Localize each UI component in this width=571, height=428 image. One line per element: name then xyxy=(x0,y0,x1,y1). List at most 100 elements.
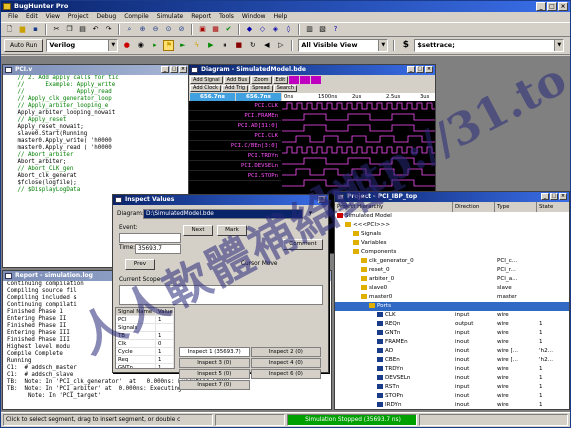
tree-row[interactable]: Simulated Model xyxy=(335,212,569,221)
menu-compile[interactable]: Compile xyxy=(120,12,153,22)
minimize-icon[interactable]: _ xyxy=(161,66,169,73)
tree-row[interactable]: Variables xyxy=(335,239,569,248)
zoom-fit-icon[interactable]: ⊙ xyxy=(163,24,174,35)
compile-all-icon[interactable]: ▦ xyxy=(210,24,221,35)
menu-debug[interactable]: Debug xyxy=(92,12,120,22)
copy-icon[interactable]: ❐ xyxy=(64,24,75,35)
edit-button[interactable]: Edit xyxy=(272,76,289,84)
tree-row[interactable]: CLK input wire xyxy=(335,311,569,320)
view-filter-select[interactable]: All Visible View ▼ xyxy=(298,39,389,52)
mark-button[interactable]: Mark xyxy=(217,225,247,236)
table-row[interactable]: Clk 0 xyxy=(116,340,174,348)
table-row[interactable]: Req 1 xyxy=(116,356,174,364)
inspect-tab[interactable]: Inspect 1 (35693.7) xyxy=(179,347,250,357)
compile-icon[interactable]: ▣ xyxy=(197,24,208,35)
comment-button[interactable]: Comment xyxy=(283,239,323,250)
prev-button[interactable]: Prev xyxy=(125,259,155,270)
col-hierarchy[interactable]: Project Hierarchy xyxy=(335,202,453,212)
restart-icon[interactable]: ↻ xyxy=(247,40,258,51)
minimize-icon[interactable]: _ xyxy=(407,66,415,73)
menu-view[interactable]: View xyxy=(42,12,64,22)
inspect-tab[interactable]: Inspect 6 (0) xyxy=(250,369,322,379)
menu-report[interactable]: Report xyxy=(187,12,215,22)
event-field[interactable] xyxy=(119,233,181,243)
lightning-icon[interactable]: ϟ xyxy=(191,40,202,51)
maximize-icon[interactable]: □ xyxy=(550,193,558,200)
go-icon[interactable]: ► xyxy=(177,40,188,51)
code-window-titlebar[interactable]: PCI.v _ □ × xyxy=(3,65,189,75)
project-window-titlebar[interactable]: Project - PCI_IBP_top _ □ × xyxy=(335,192,569,202)
bookmark-icon[interactable]: ◆ xyxy=(244,24,255,35)
col-signal-name[interactable]: Signal Name xyxy=(116,308,156,315)
menu-project[interactable]: Project xyxy=(64,12,93,22)
tree-row[interactable]: DEVSELn inout wire 1 xyxy=(335,374,569,383)
redo-icon[interactable]: ↷ xyxy=(103,24,114,35)
diagram-select[interactable]: D:\SimulatedModel.bde xyxy=(143,209,303,219)
save-icon[interactable]: ▪ xyxy=(30,24,41,35)
help-icon[interactable]: ? xyxy=(330,24,341,35)
zoom-area-icon[interactable]: ⊘ xyxy=(176,24,187,35)
col-state[interactable]: State xyxy=(537,202,569,212)
tree-row[interactable]: Components xyxy=(335,248,569,257)
signal-name[interactable]: PCI.DEVSELn xyxy=(189,161,281,171)
col-type[interactable]: Type xyxy=(495,202,537,212)
signal-name[interactable]: PCI.AD[31:0] xyxy=(189,121,281,131)
magenta-marker-icon[interactable] xyxy=(289,76,300,84)
check-icon[interactable]: ✔ xyxy=(223,24,234,35)
zoom-out-icon[interactable]: ⊖ xyxy=(150,24,161,35)
search-button[interactable]: Search xyxy=(273,85,297,92)
minimize-icon[interactable]: _ xyxy=(541,193,549,200)
inspect-dialog-titlebar[interactable]: Inspect Values × xyxy=(113,195,328,205)
add-trig-button[interactable]: Add Trig xyxy=(221,85,249,92)
project-tree[interactable]: Simulated Model <<<PCI>>> Signals Variables… xyxy=(335,212,569,409)
tree-row[interactable]: REQn output wire 1 xyxy=(335,320,569,329)
command-input[interactable]: $settrace; ▼ xyxy=(414,39,565,52)
scope-box[interactable] xyxy=(119,285,323,305)
close-icon[interactable]: × xyxy=(318,196,326,203)
maximize-icon[interactable]: □ xyxy=(416,66,424,73)
inspect-tab[interactable]: Inspect 7 (0) xyxy=(179,380,250,390)
browse-icon[interactable]: ▾ xyxy=(305,208,316,219)
table-row[interactable]: PCI 1 xyxy=(116,316,174,324)
tree-row[interactable]: GNTn input wire 1 xyxy=(335,329,569,338)
close-icon[interactable]: × xyxy=(179,66,187,73)
time-field[interactable]: 35693.7 xyxy=(135,244,181,254)
tree-row[interactable]: TRDYn inout wire 1 xyxy=(335,365,569,374)
cursor-move-label[interactable]: Cursor Move xyxy=(241,261,277,267)
tree-row[interactable]: CBEn inout wire [... 'h2... xyxy=(335,356,569,365)
step-back-icon[interactable]: ◀ xyxy=(261,40,272,51)
tree-row[interactable]: <<<PCI>>> xyxy=(335,221,569,230)
tree-row[interactable]: STOPn inout wire 1 xyxy=(335,392,569,401)
tree-row[interactable]: IRDYn inout wire 1 xyxy=(335,401,569,409)
find-icon[interactable]: ⌕ xyxy=(124,24,135,35)
add-clock-button[interactable]: Add Clock xyxy=(190,85,221,92)
tree-row[interactable]: RSTn input wire 1 xyxy=(335,383,569,392)
tree-row[interactable]: slave0 slave xyxy=(335,284,569,293)
signal-name[interactable]: PCI.CLK xyxy=(189,101,281,111)
zoom-button[interactable]: Zoom xyxy=(251,76,272,84)
signal-value-table[interactable]: Signal Name Value PCI 1 Signals TB 1 Clk 0 Cycle 1… xyxy=(115,307,175,369)
menu-edit[interactable]: Edit xyxy=(22,12,42,22)
table-row[interactable]: GNTn 1 xyxy=(116,364,174,368)
signal-name[interactable]: PCI.C/BEn[3:0] xyxy=(189,141,281,151)
signal-name[interactable]: PCI.FRAMEn xyxy=(189,111,281,121)
window-tile-icon[interactable]: ▥ xyxy=(304,24,315,35)
tree-row[interactable]: master0 master xyxy=(335,293,569,302)
dollar-command-icon[interactable]: $ xyxy=(400,40,411,51)
close-button[interactable]: × xyxy=(558,2,568,11)
add-signal-button[interactable]: Add Signal xyxy=(190,76,223,84)
menu-file[interactable]: File xyxy=(4,12,22,22)
tree-row[interactable]: clk_generator_0 PCI_c... xyxy=(335,257,569,266)
menu-simulate[interactable]: Simulate xyxy=(153,12,188,22)
col-value[interactable]: Value xyxy=(156,308,174,315)
inspect-tab[interactable]: Inspect 4 (0) xyxy=(250,358,322,368)
cut-icon[interactable]: ✂ xyxy=(51,24,62,35)
tree-row[interactable]: FRAMEn inout wire 1 xyxy=(335,338,569,347)
sim-flag-icon[interactable]: ⚑ xyxy=(163,40,175,51)
signal-name[interactable]: PCI.TRDYn xyxy=(189,151,281,161)
menu-tools[interactable]: Tools xyxy=(215,12,238,22)
inspect-tab[interactable]: Inspect 2 (0) xyxy=(250,347,322,357)
menu-window[interactable]: Window xyxy=(238,12,270,22)
close-icon[interactable]: × xyxy=(425,66,433,73)
tree-row[interactable]: reset_0 PCI_r... xyxy=(335,266,569,275)
